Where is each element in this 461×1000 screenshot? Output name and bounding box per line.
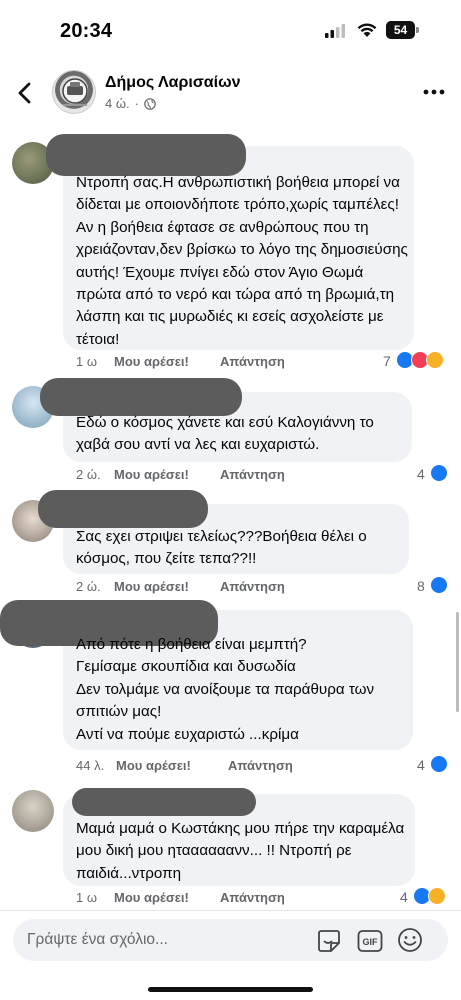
- comment-text: Μαμά μαμά ο Κωστάκης μου πήρε την καραμέ…: [76, 820, 405, 882]
- like-reaction-icon: [430, 755, 448, 773]
- battery-percent: 54: [393, 23, 408, 37]
- reaction-count: 4: [417, 757, 425, 773]
- wifi-icon: [357, 23, 377, 37]
- comment-actions: 44 λ. Μου αρέσει! Απάντηση: [76, 758, 293, 773]
- reaction-count: 4: [400, 889, 408, 905]
- like-button[interactable]: Μου αρέσει!: [114, 467, 220, 482]
- post-header: Δήμος Λαρισαίων 4 ώ. ·: [0, 62, 461, 124]
- reaction-count: 4: [417, 466, 425, 482]
- comment-composer: Γράψτε ένα σχόλιο... GIF: [0, 910, 461, 1000]
- comment-input[interactable]: Γράψτε ένα σχόλιο... GIF: [13, 919, 448, 961]
- page-avatar[interactable]: [52, 70, 96, 114]
- gif-icon[interactable]: GIF: [357, 929, 383, 953]
- comment-time: 1 ω: [76, 354, 97, 369]
- comment-actions: 1 ω Μου αρέσει! Απάντηση: [76, 890, 285, 905]
- like-button[interactable]: Μου αρέσει!: [114, 890, 220, 905]
- comment-time: 2 ώ.: [76, 467, 101, 482]
- like-reaction-icon: [430, 576, 448, 594]
- like-button[interactable]: Μου αρέσει!: [114, 354, 220, 369]
- reaction-icons[interactable]: [413, 887, 446, 905]
- post-meta: 4 ώ. ·: [105, 96, 156, 111]
- redacted-author-name: [40, 378, 242, 416]
- comments-list: Ντροπή σας.Η ανθρωπιστική βοήθεια μπορεί…: [0, 124, 461, 910]
- status-bar: 20:34 54: [0, 0, 461, 62]
- reply-button[interactable]: Απάντηση: [220, 354, 285, 369]
- comment-input-placeholder: Γράψτε ένα σχόλιο...: [27, 931, 168, 948]
- home-indicator[interactable]: [148, 987, 313, 992]
- scrollbar[interactable]: [456, 612, 459, 712]
- reaction-icons[interactable]: [396, 351, 444, 369]
- redacted-author-name: [46, 134, 246, 176]
- signal-icon: [325, 24, 345, 38]
- page-name[interactable]: Δήμος Λαρισαίων: [105, 74, 241, 92]
- reply-button[interactable]: Απάντηση: [220, 890, 285, 905]
- comment-time: 44 λ.: [76, 758, 105, 773]
- comment-actions: 2 ώ. Μου αρέσει! Απάντηση: [76, 467, 285, 482]
- reaction-icons[interactable]: [430, 576, 448, 594]
- comment-text: Σας εχει στριψει τελείως???Βοήθεια θέλει…: [76, 528, 367, 568]
- more-icon[interactable]: [422, 88, 446, 96]
- reply-button[interactable]: Απάντηση: [220, 467, 285, 482]
- emoji-icon[interactable]: [397, 927, 423, 953]
- comment-time: 2 ώ.: [76, 579, 101, 594]
- comment-text: Ντροπή σας.Η ανθρωπιστική βοήθεια μπορεί…: [76, 174, 408, 348]
- care-reaction-icon: [426, 351, 444, 369]
- redacted-author-name: [72, 788, 256, 816]
- status-time: 20:34: [60, 20, 113, 42]
- reaction-icons[interactable]: [430, 464, 448, 482]
- comment-text: Από πότε η βοήθεια είναι μεμπτή? Γεμίσαμ…: [76, 636, 375, 743]
- like-reaction-icon: [430, 464, 448, 482]
- comment-text: Εδώ ο κόσμος χάνετε και εσύ Καλογιάννη τ…: [76, 414, 374, 454]
- sticker-icon[interactable]: [316, 928, 342, 954]
- redacted-author-name: [38, 490, 208, 528]
- commenter-avatar[interactable]: [12, 790, 54, 832]
- post-age: 4 ώ.: [105, 96, 130, 111]
- reaction-count: 8: [417, 578, 425, 594]
- reply-button[interactable]: Απάντηση: [220, 579, 285, 594]
- reaction-icons[interactable]: [430, 755, 448, 773]
- back-arrow-icon[interactable]: [10, 78, 40, 108]
- like-button[interactable]: Μου αρέσει!: [114, 579, 220, 594]
- reply-button[interactable]: Απάντηση: [228, 758, 293, 773]
- globe-icon: [144, 97, 156, 110]
- comment-actions: 2 ώ. Μου αρέσει! Απάντηση: [76, 579, 285, 594]
- haha-reaction-icon: [428, 887, 446, 905]
- reaction-count: 7: [383, 353, 391, 369]
- comment-actions: 1 ω Μου αρέσει! Απάντηση: [76, 354, 285, 369]
- like-button[interactable]: Μου αρέσει!: [116, 758, 228, 773]
- battery-indicator: 54: [386, 21, 419, 39]
- comment-time: 1 ω: [76, 890, 97, 905]
- gif-label: GIF: [363, 937, 379, 947]
